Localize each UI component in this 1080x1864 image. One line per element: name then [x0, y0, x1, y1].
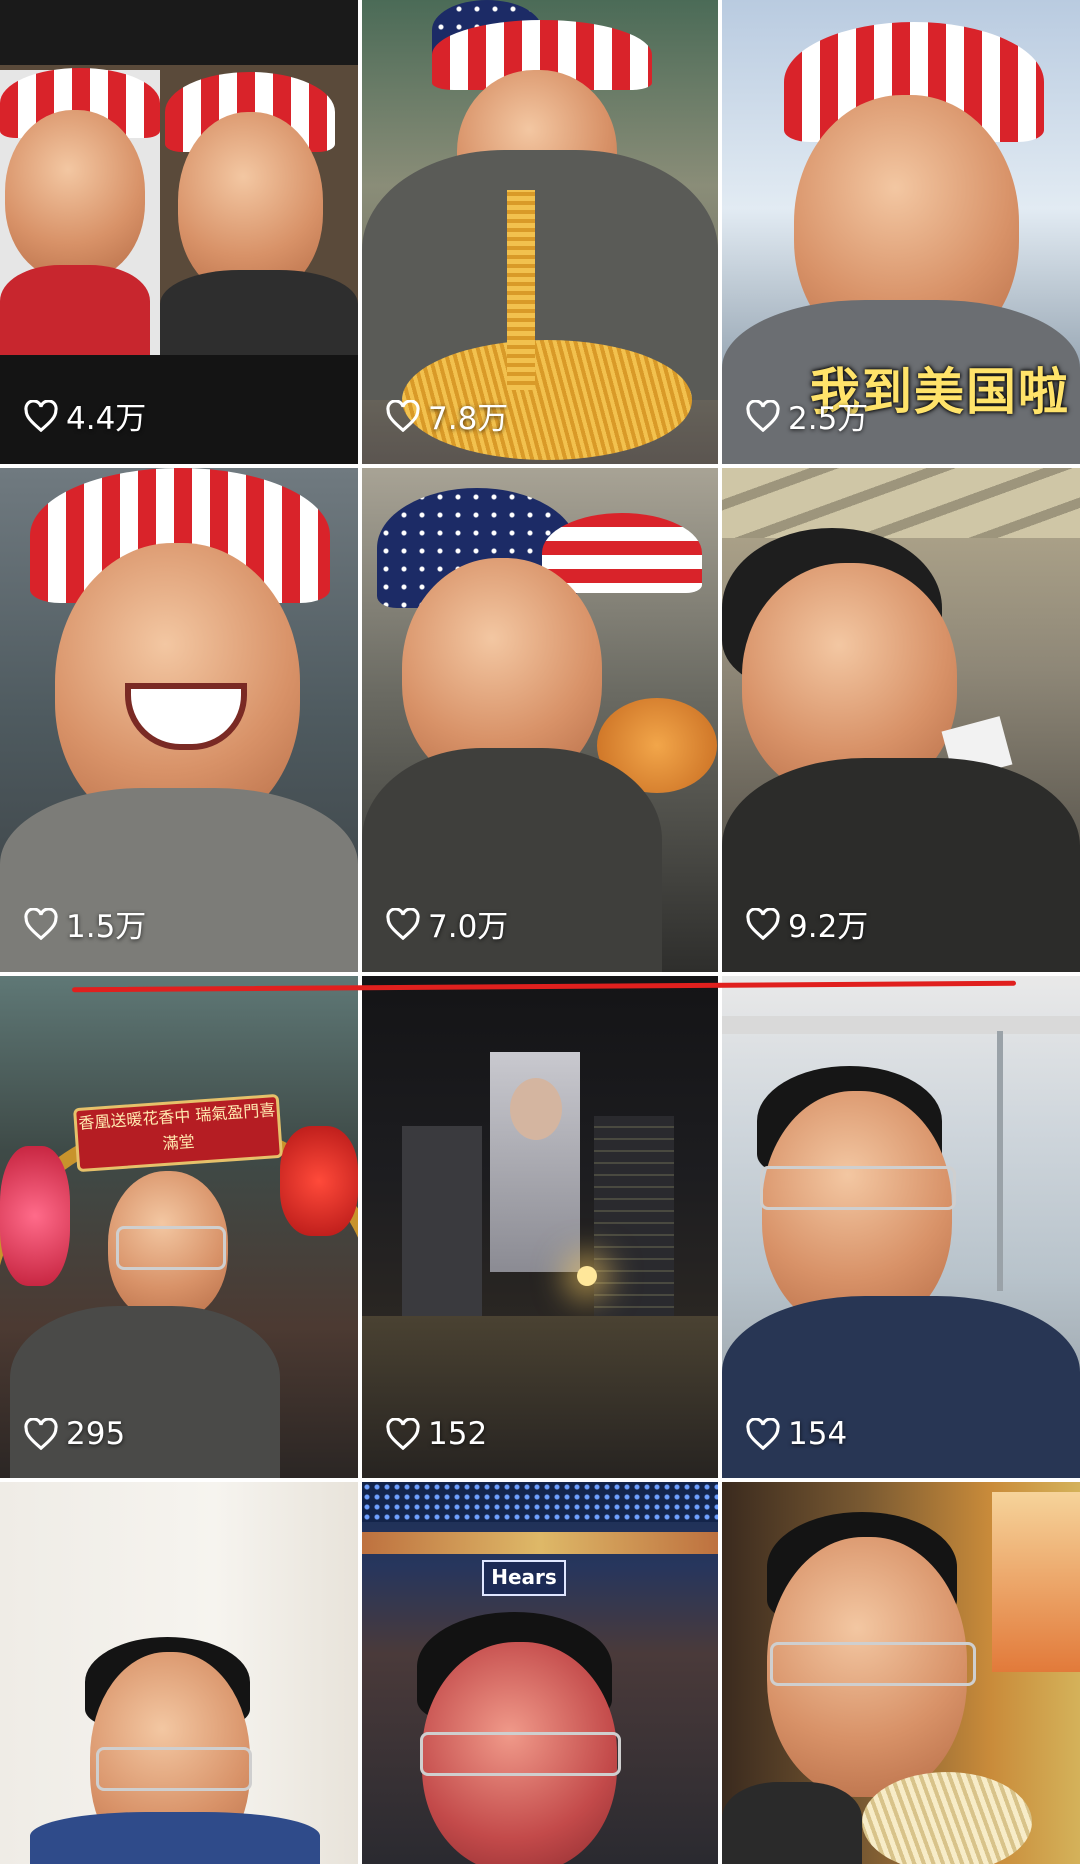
- video-grid: 4.4万 7.8万 我到美国啦 2.5万 1.5万 7.0万 9.2万 香凰送暖…: [0, 0, 1080, 1864]
- like-count-text: 7.8万: [428, 401, 509, 437]
- video-thumbnail[interactable]: 4.4万: [0, 0, 358, 464]
- heart-icon: [24, 399, 58, 432]
- menu-poster: [992, 1492, 1080, 1672]
- heart-icon: [386, 907, 420, 940]
- video-thumbnail[interactable]: 7.8万: [362, 0, 718, 464]
- glasses-image: [420, 1732, 621, 1776]
- like-count-text: 7.0万: [428, 909, 509, 945]
- like-count: 152: [386, 1416, 487, 1452]
- like-count: 2.5万: [746, 393, 868, 438]
- like-count: 7.0万: [386, 901, 508, 946]
- video-thumbnail[interactable]: [0, 1482, 358, 1864]
- heart-icon: [386, 399, 420, 432]
- like-count-text: 1.5万: [66, 909, 147, 945]
- video-thumbnail[interactable]: [722, 1482, 1080, 1864]
- glasses-image: [116, 1226, 226, 1270]
- heart-icon: [24, 1418, 58, 1450]
- like-count: 295: [24, 1416, 125, 1452]
- video-thumbnail[interactable]: 9.2万: [722, 468, 1080, 972]
- like-count: 1.5万: [24, 901, 146, 946]
- video-thumbnail[interactable]: Hears: [362, 1482, 718, 1864]
- video-thumbnail[interactable]: 我到美国啦 2.5万: [722, 0, 1080, 464]
- heart-icon: [386, 1418, 420, 1450]
- video-thumbnail[interactable]: 7.0万: [362, 468, 718, 972]
- heart-icon: [746, 1418, 780, 1450]
- person-image: [762, 1091, 952, 1331]
- streetlight: [577, 1266, 597, 1286]
- video-thumbnail[interactable]: 1.5万: [0, 468, 358, 972]
- like-count: 4.4万: [24, 393, 146, 438]
- like-count-text: 4.4万: [66, 401, 147, 437]
- heart-icon: [24, 907, 58, 940]
- glasses-image: [760, 1166, 956, 1210]
- heart-icon: [746, 907, 780, 940]
- video-thumbnail[interactable]: 154: [722, 976, 1080, 1478]
- video-thumbnail[interactable]: 152: [362, 976, 718, 1478]
- glasses-image: [770, 1642, 976, 1686]
- like-count-text: 154: [788, 1416, 848, 1452]
- like-count: 154: [746, 1416, 847, 1452]
- person-image: [5, 110, 145, 280]
- glasses-image: [96, 1747, 252, 1791]
- storefront-sign: Hears: [482, 1560, 566, 1596]
- like-count-text: 2.5万: [788, 401, 869, 437]
- video-thumbnail[interactable]: 香凰送暖花香中 瑞氣盈門喜滿堂 295: [0, 976, 358, 1478]
- like-count: 9.2万: [746, 901, 868, 946]
- like-count: 7.8万: [386, 393, 508, 438]
- like-count-text: 295: [66, 1416, 126, 1452]
- like-count-text: 9.2万: [788, 909, 869, 945]
- heart-icon: [746, 399, 780, 432]
- like-count-text: 152: [428, 1416, 488, 1452]
- food-image: [862, 1772, 1032, 1864]
